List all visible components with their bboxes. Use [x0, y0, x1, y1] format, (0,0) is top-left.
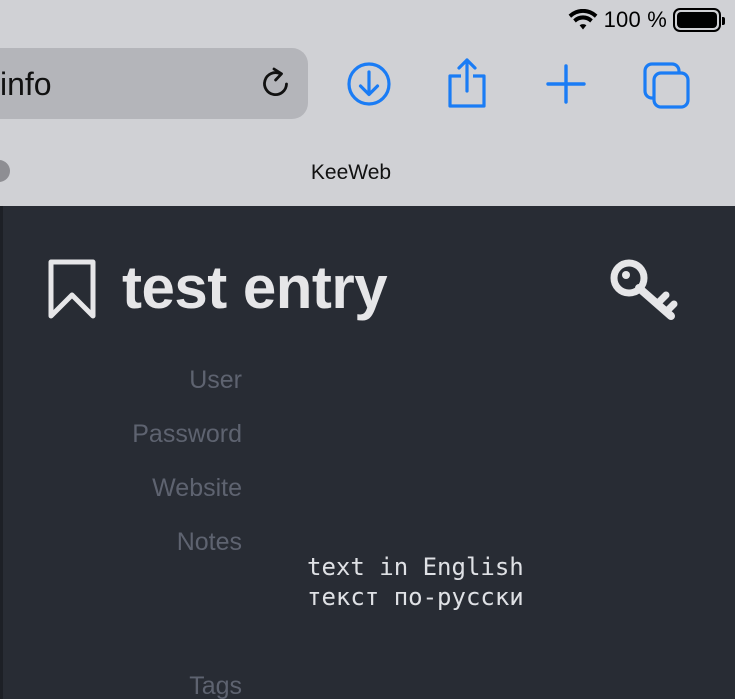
notes-line: текст по-русски [307, 583, 524, 611]
tab-title[interactable]: KeeWeb [0, 161, 702, 185]
battery-icon [673, 8, 725, 32]
plus-icon [546, 64, 586, 104]
tabs-icon [643, 62, 690, 109]
download-icon [347, 62, 391, 106]
entry-title[interactable]: test entry [122, 253, 388, 322]
field-label-user: User [189, 366, 242, 394]
status-bar: 100 % [568, 6, 725, 34]
reload-icon[interactable] [258, 65, 294, 103]
share-icon [448, 58, 486, 108]
keeweb-entry-details: test entry User Password Website Notes t… [0, 206, 735, 699]
download-button[interactable] [342, 56, 396, 112]
field-label-tags: Tags [189, 672, 242, 699]
notes-value[interactable]: text in English текст по-русски [307, 552, 524, 612]
share-button[interactable] [440, 56, 494, 112]
key-icon[interactable] [609, 258, 681, 322]
entry-header: test entry [3, 206, 735, 346]
field-label-password: Password [132, 420, 242, 448]
url-text[interactable]: info [0, 66, 52, 103]
field-label-notes: Notes [176, 528, 242, 556]
browser-chrome: 100 % info KeeWeb [0, 0, 735, 206]
tabs-overview-button[interactable] [640, 56, 694, 112]
notes-line: text in English [307, 553, 524, 581]
battery-percentage: 100 % [603, 7, 667, 32]
wifi-icon [568, 9, 598, 30]
address-bar[interactable]: info [0, 48, 308, 119]
bookmark-icon[interactable] [45, 258, 99, 320]
field-label-website: Website [152, 474, 242, 502]
new-tab-button[interactable] [539, 56, 593, 112]
